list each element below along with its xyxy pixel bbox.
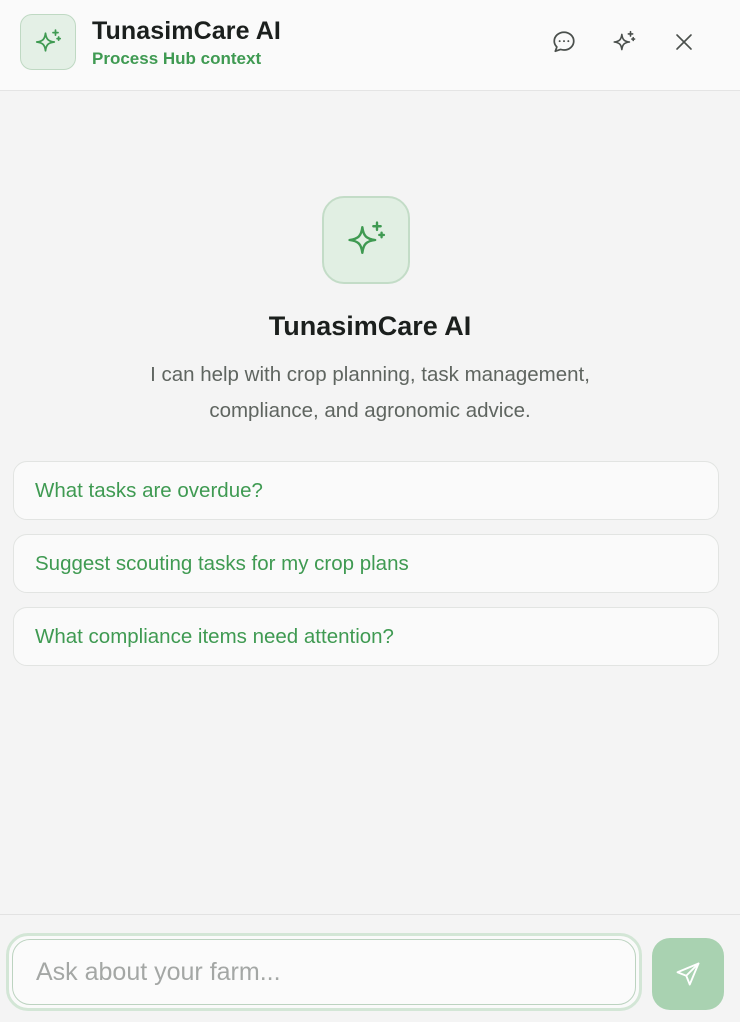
panel-title: TunasimCare AI [92, 17, 281, 45]
assistant-logo [20, 14, 76, 70]
send-icon [676, 962, 700, 986]
suggestion-compliance-items[interactable]: What compliance items need attention? [13, 607, 719, 666]
panel-header: TunasimCare AI Process Hub context [0, 0, 740, 91]
sparkles-icon [613, 30, 636, 51]
message-input-wrapper [6, 933, 642, 1011]
sparkles-icon [35, 29, 62, 52]
close-button[interactable] [664, 22, 704, 62]
ai-assistant-panel: TunasimCare AI Process Hub context Tunas… [0, 0, 740, 1022]
hero-assistant-icon [322, 196, 410, 284]
send-button[interactable] [652, 938, 724, 1010]
chat-history-button[interactable] [544, 22, 584, 62]
message-input[interactable] [12, 939, 636, 1005]
close-icon [676, 34, 692, 50]
sparkles-icon [348, 221, 386, 255]
suggestion-overdue-tasks[interactable]: What tasks are overdue? [13, 461, 719, 520]
chat-bubble-icon [553, 31, 575, 53]
context-label: Process Hub context [92, 49, 262, 68]
hero-title: TunasimCare AI [268, 311, 472, 341]
ai-mode-button[interactable] [604, 22, 644, 62]
hero-description: I can help with crop planning, task mana… [150, 363, 590, 422]
suggestion-scouting-tasks[interactable]: Suggest scouting tasks for my crop plans [13, 534, 719, 593]
